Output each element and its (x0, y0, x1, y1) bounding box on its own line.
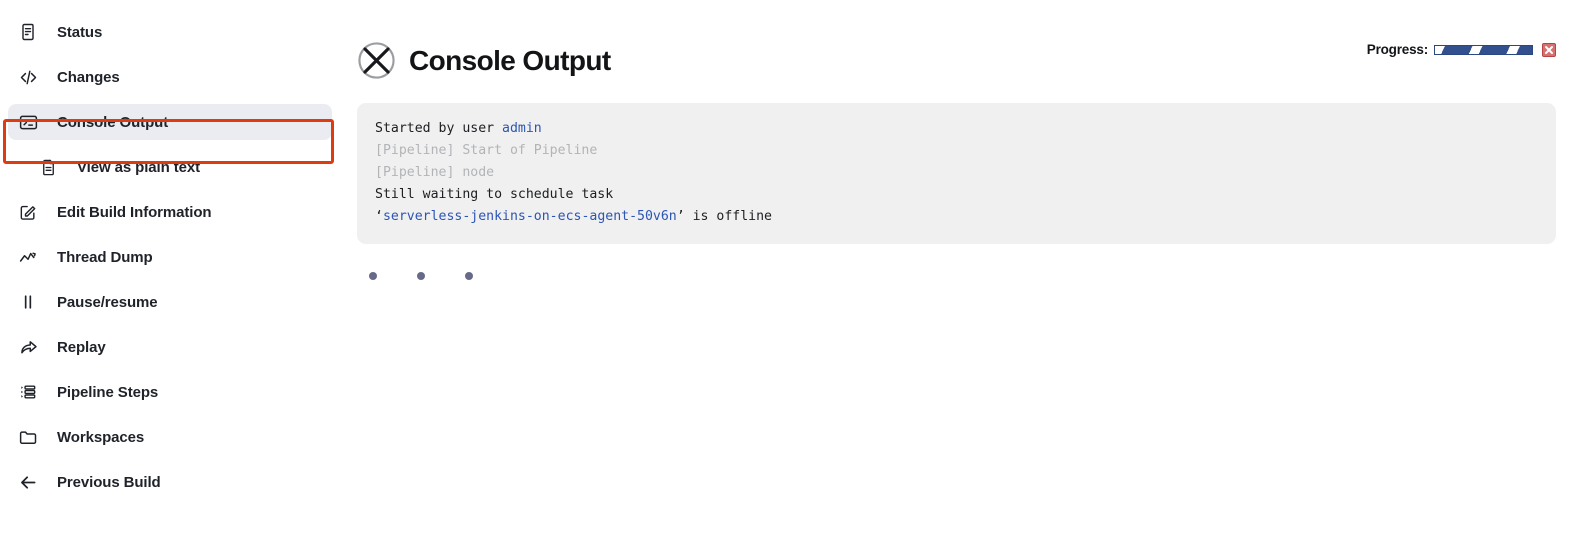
loading-dot (369, 272, 377, 280)
bullet-list-icon (16, 380, 40, 404)
sidebar-item-console-output[interactable]: Console Output (8, 104, 332, 140)
build-sidebar-nav: Status Changes Console Output View as plain… (0, 14, 340, 509)
loading-dot (417, 272, 425, 280)
jenkins-build-console-page: Status Changes Console Output View as plain… (0, 0, 1573, 541)
sidebar-item-label: Previous Build (57, 473, 161, 491)
sidebar-item-status[interactable]: Status (8, 14, 332, 50)
main-content: Console Output Progress: Started by user… (357, 0, 1573, 541)
console-log-line: ‘serverless-jenkins-on-ecs-agent-50v6n’ … (375, 206, 1538, 228)
progress-label: Progress: (1366, 42, 1428, 57)
loading-indicator-dots (369, 272, 513, 280)
sidebar-item-label: Replay (57, 338, 106, 356)
console-log-line: Still waiting to schedule task (375, 184, 1538, 206)
sidebar-item-thread-dump[interactable]: Thread Dump (8, 239, 332, 275)
sidebar-item-pause-resume[interactable]: Pause/resume (8, 284, 332, 320)
console-text: ‘ (375, 209, 383, 224)
sidebar-item-label: Thread Dump (57, 248, 153, 266)
stop-build-red-x-icon[interactable] (1542, 42, 1556, 57)
console-output-box: Started by user admin [Pipeline] Start of… (357, 103, 1556, 244)
sidebar-item-changes[interactable]: Changes (8, 59, 332, 95)
sidebar-item-replay[interactable]: Replay (8, 329, 332, 365)
sidebar-item-edit-build-information[interactable]: Edit Build Information (8, 194, 332, 230)
sidebar-item-label: View as plain text (77, 158, 200, 176)
sidebar-item-workspaces[interactable]: Workspaces (8, 419, 332, 455)
build-progress-area: Progress: (1367, 42, 1556, 57)
sidebar-item-previous-build[interactable]: Previous Build (8, 464, 332, 500)
sidebar-item-label: Edit Build Information (57, 203, 212, 221)
terminal-icon (16, 110, 40, 134)
pause-icon (16, 290, 40, 314)
console-log-line: Started by user admin (375, 118, 1538, 140)
loading-dot (465, 272, 473, 280)
console-log-line: [Pipeline] Start of Pipeline (375, 140, 1538, 162)
progress-bar (1434, 44, 1533, 55)
sidebar-item-pipeline-steps[interactable]: Pipeline Steps (8, 374, 332, 410)
sidebar-item-label: Workspaces (57, 428, 145, 446)
sidebar-item-label: Changes (57, 68, 120, 86)
console-text: Still waiting to schedule task (375, 187, 614, 202)
console-link[interactable]: serverless-jenkins-on-ecs-agent-50v6n (383, 209, 677, 224)
share-arrow-icon (16, 335, 40, 359)
console-link[interactable]: admin (502, 121, 542, 136)
sidebar-item-label: Pipeline Steps (57, 383, 159, 401)
edit-square-icon (16, 200, 40, 224)
plain-document-icon (36, 155, 60, 179)
console-log-line: [Pipeline] node (375, 162, 1538, 184)
page-title: Console Output (409, 44, 611, 76)
document-lines-icon (16, 20, 40, 44)
arrow-left-icon (16, 470, 40, 494)
code-brackets-icon (16, 65, 40, 89)
sidebar-item-view-as-plain-text[interactable]: View as plain text (28, 149, 332, 185)
console-text: [Pipeline] node (375, 165, 495, 180)
sidebar-item-list: Status Changes Console Output View as plain… (0, 14, 340, 500)
console-text: [Pipeline] Start of Pipeline (375, 143, 598, 158)
line-chart-icon (16, 245, 40, 269)
failed-circle-x-icon (357, 41, 396, 80)
console-text: Started by user (375, 121, 503, 136)
page-title-row: Console Output (357, 26, 611, 96)
sidebar-item-label: Console Output (57, 113, 169, 131)
console-log-lines: Started by user admin [Pipeline] Start of… (375, 118, 1538, 228)
sidebar-item-label: Pause/resume (57, 293, 158, 311)
sidebar-item-label: Status (57, 23, 103, 41)
folder-icon (16, 425, 40, 449)
console-text: ’ is offline (676, 209, 772, 224)
